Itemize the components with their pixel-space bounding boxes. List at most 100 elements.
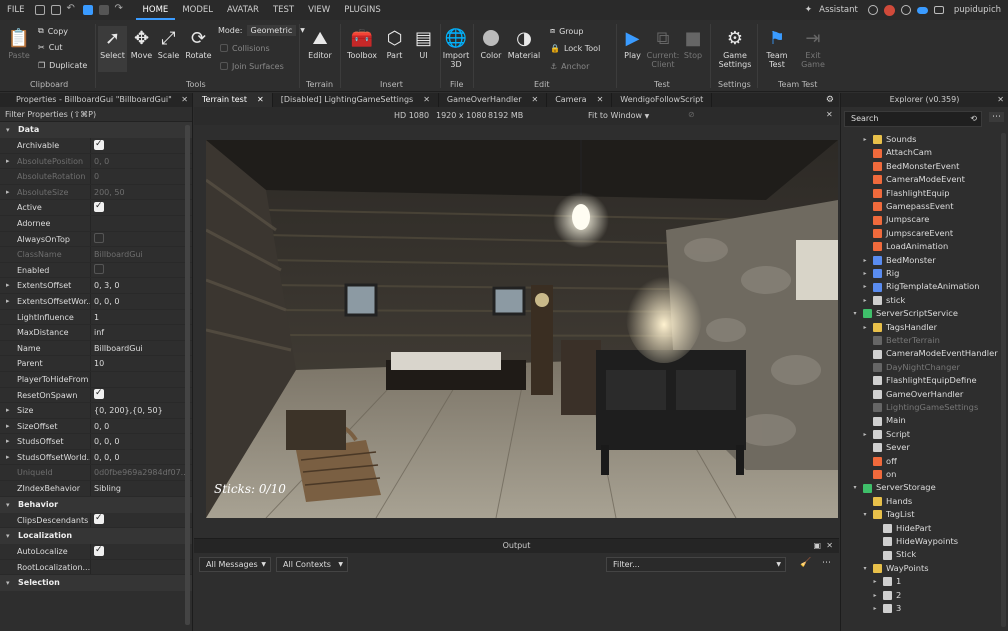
- explorer-item[interactable]: ▸ 1: [871, 575, 901, 588]
- close-icon[interactable]: ✕: [826, 110, 833, 119]
- close-icon[interactable]: ✕: [597, 93, 604, 107]
- section-selection[interactable]: ▾ Selection: [0, 575, 192, 592]
- contexts-filter-select[interactable]: All Contexts ▼: [276, 557, 348, 572]
- explorer-item[interactable]: ▸ stick: [861, 294, 905, 307]
- property-row[interactable]: LightInfluence 1: [0, 309, 192, 326]
- rotate-tool-button[interactable]: ⟳ Rotate: [184, 28, 213, 60]
- property-value[interactable]: 0, 0: [91, 419, 192, 434]
- fit-select[interactable]: Fit to Window ▼: [588, 111, 649, 120]
- section-data[interactable]: ▾ Data: [0, 122, 192, 138]
- clear-output-icon[interactable]: 🧹: [800, 558, 811, 568]
- explorer-item[interactable]: BetterTerrain: [861, 334, 940, 347]
- tab-camera[interactable]: Camera ✕: [547, 93, 613, 107]
- cloud-icon[interactable]: [916, 6, 928, 14]
- explorer-item[interactable]: FlashlightEquipDefine: [861, 374, 977, 387]
- explorer-item[interactable]: ▾ TagList: [861, 508, 915, 521]
- stop-icon[interactable]: [98, 5, 109, 15]
- property-value[interactable]: 200, 50: [91, 185, 192, 200]
- property-checkbox[interactable]: [94, 138, 104, 152]
- explorer-scrollbar[interactable]: [1001, 133, 1006, 627]
- game-viewport[interactable]: Sticks: 0/10: [206, 140, 838, 518]
- menu-test[interactable]: TEST: [266, 0, 301, 20]
- property-value[interactable]: [91, 513, 192, 528]
- property-checkbox[interactable]: [94, 200, 104, 214]
- property-value[interactable]: [91, 138, 192, 153]
- group-button[interactable]: ⧈ Group: [550, 26, 583, 36]
- property-row[interactable]: Name BillboardGui: [0, 340, 192, 357]
- property-value[interactable]: 0, 0, 0: [91, 294, 192, 309]
- terrain-editor-button[interactable]: ⛰ Editor: [304, 28, 336, 60]
- property-row[interactable]: ▸ Size {0, 200},{0, 50}: [0, 403, 192, 419]
- property-row[interactable]: AbsoluteRotation 0: [0, 169, 192, 185]
- property-row[interactable]: Parent 10: [0, 356, 192, 372]
- copy-button[interactable]: ⧉ Copy: [38, 26, 68, 36]
- collisions-checkbox[interactable]: [220, 43, 228, 52]
- explorer-item[interactable]: HidePart: [871, 522, 931, 535]
- property-row[interactable]: Adornee: [0, 215, 192, 232]
- property-row[interactable]: ClipsDescendants: [0, 512, 192, 529]
- property-row[interactable]: PlayerToHideFrom: [0, 371, 192, 388]
- expand-arrow-icon[interactable]: ▸: [861, 267, 869, 280]
- explorer-item[interactable]: JumpscareEvent: [861, 227, 953, 240]
- stop-button[interactable]: ■ Stop: [681, 28, 705, 60]
- anchor-button[interactable]: ⚓ Anchor: [550, 62, 589, 71]
- expand-arrow-icon[interactable]: ▸: [871, 602, 879, 615]
- property-row[interactable]: ▸ ExtentsOffset 0, 3, 0: [0, 278, 192, 294]
- expand-arrow-icon[interactable]: ▾: [851, 481, 859, 494]
- chevron-right-icon[interactable]: ▸: [6, 185, 10, 200]
- explorer-item[interactable]: ▸ BedMonster: [861, 254, 936, 267]
- property-checkbox[interactable]: [94, 544, 104, 558]
- property-value[interactable]: 0, 0, 0: [91, 450, 192, 465]
- redo-icon[interactable]: ↷: [115, 4, 125, 15]
- property-value[interactable]: [91, 263, 192, 278]
- explorer-item[interactable]: ▾ ServerScriptService: [851, 307, 958, 320]
- property-checkbox[interactable]: [94, 513, 104, 527]
- explorer-item[interactable]: Jumpscare: [861, 213, 929, 226]
- expand-arrow-icon[interactable]: ▸: [861, 321, 869, 334]
- popout-icon[interactable]: ▣: [813, 539, 821, 553]
- property-value[interactable]: {0, 200},{0, 50}: [91, 403, 192, 418]
- property-value[interactable]: [91, 560, 192, 575]
- property-value[interactable]: [91, 216, 192, 231]
- tab-terrain-test[interactable]: Terrain test ✕: [194, 93, 273, 107]
- explorer-item[interactable]: ▸ 2: [871, 589, 901, 602]
- explorer-search-input[interactable]: Search ⟲: [844, 111, 982, 127]
- property-value[interactable]: [91, 372, 192, 387]
- explorer-item[interactable]: on: [861, 468, 896, 481]
- undo-icon[interactable]: ↶: [67, 4, 77, 15]
- expand-arrow-icon[interactable]: ▸: [871, 589, 879, 602]
- property-row[interactable]: ZIndexBehavior Sibling: [0, 481, 192, 497]
- material-button[interactable]: ◑ Material: [506, 28, 542, 60]
- property-checkbox[interactable]: [94, 233, 104, 244]
- toolbox-button[interactable]: 🧰 Toolbox: [344, 28, 380, 60]
- mode-select[interactable]: Mode: Geometric ▼: [218, 25, 305, 36]
- close-icon[interactable]: ✕: [257, 93, 264, 107]
- expand-arrow-icon[interactable]: ▾: [851, 307, 859, 320]
- explorer-item[interactable]: CameraModeEvent: [861, 173, 965, 186]
- menu-home[interactable]: HOME: [135, 0, 176, 20]
- paste-button[interactable]: 📋 Paste: [6, 28, 32, 60]
- explorer-item[interactable]: Sever: [861, 441, 910, 454]
- property-value[interactable]: 0d0fbe969a2984df07...: [91, 465, 192, 480]
- avatar[interactable]: [883, 4, 895, 16]
- team-test-button[interactable]: ⚑ Team Test: [763, 28, 791, 69]
- explorer-item[interactable]: ▸ TagsHandler: [861, 321, 937, 334]
- join-checkbox[interactable]: [220, 61, 228, 70]
- rotate-icon[interactable]: ⊘: [688, 110, 695, 119]
- cut-button[interactable]: ✂ Cut: [38, 43, 63, 52]
- chevron-right-icon[interactable]: ▸: [6, 294, 10, 309]
- explorer-item[interactable]: GamepassEvent: [861, 200, 953, 213]
- tab-game-over-handler[interactable]: GameOverHandler ✕: [439, 93, 548, 107]
- select-tool-button[interactable]: ➚ Select: [98, 26, 127, 72]
- expand-arrow-icon[interactable]: ▸: [861, 294, 869, 307]
- more-options-icon[interactable]: ⋯: [989, 112, 1004, 122]
- property-row[interactable]: ResetOnSpawn: [0, 387, 192, 404]
- menu-file[interactable]: FILE: [0, 0, 32, 20]
- property-row[interactable]: ▸ AbsoluteSize 200, 50: [0, 184, 192, 201]
- explorer-item[interactable]: DayNightChanger: [861, 361, 960, 374]
- menu-plugins[interactable]: PLUGINS: [337, 0, 388, 20]
- username[interactable]: pupidupich: [947, 0, 1008, 20]
- explorer-item[interactable]: CameraModeEventHandler: [861, 347, 998, 360]
- expand-arrow-icon[interactable]: ▸: [871, 575, 879, 588]
- explorer-item[interactable]: ▸ RigTemplateAnimation: [861, 280, 980, 293]
